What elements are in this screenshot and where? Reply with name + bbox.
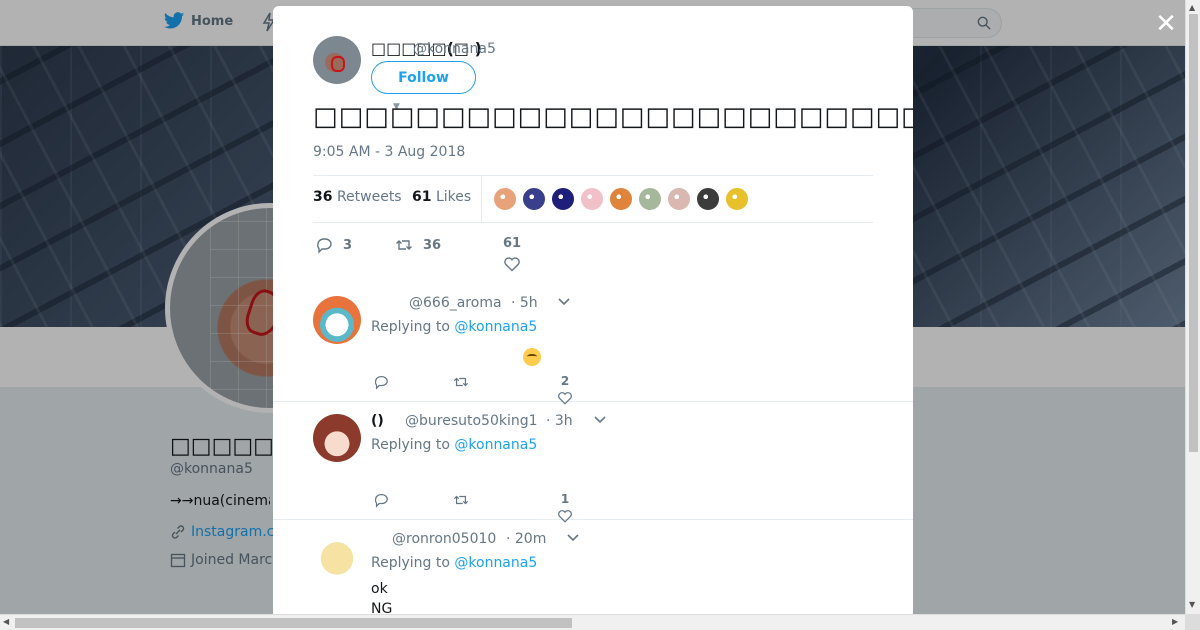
replying-to-link[interactable]: @konnana5: [454, 319, 537, 335]
retweet-button[interactable]: [453, 492, 469, 508]
likers-avatars: [493, 187, 749, 211]
reply-handle[interactable]: @ronron05010: [392, 531, 496, 547]
reply-avatar[interactable]: [313, 414, 361, 462]
liker-avatar[interactable]: [696, 187, 720, 211]
reply-body: ok NG: [371, 579, 392, 614]
retweet-count: 36: [423, 237, 442, 253]
replying-to: Replying to @konnana5: [371, 555, 537, 571]
liker-avatar[interactable]: [580, 187, 604, 211]
reply-count: 3: [343, 237, 353, 253]
liker-avatar[interactable]: [522, 187, 546, 211]
scroll-down-arrow-icon[interactable]: ▼: [1189, 600, 1195, 609]
tweet-actions: 3 36 61: [313, 234, 873, 274]
reply-button[interactable]: [373, 492, 389, 508]
scroll-right-arrow-icon[interactable]: ▶: [1172, 617, 1178, 626]
reply-name[interactable]: (): [371, 413, 384, 429]
reply-icon: [317, 238, 332, 254]
reply-handle[interactable]: @buresuto50king1: [405, 413, 538, 429]
reply-actions: 2: [371, 372, 671, 405]
vertical-scroll-thumb[interactable]: [1189, 14, 1198, 452]
like-button[interactable]: 61: [503, 236, 521, 273]
reply-item[interactable]: @666_aroma · 5h Replying to @konnana5 2: [273, 284, 913, 405]
author-handle[interactable]: @konnana5: [413, 41, 496, 57]
liker-avatar[interactable]: [667, 187, 691, 211]
reply-button[interactable]: [373, 374, 389, 390]
tweet-timestamp[interactable]: 9:05 AM - 3 Aug 2018: [313, 144, 465, 160]
liker-avatar[interactable]: [638, 187, 662, 211]
scrollbar-corner: [1185, 614, 1200, 630]
chevron-down-icon[interactable]: [566, 533, 580, 543]
replying-to-link[interactable]: @konnana5: [454, 437, 537, 453]
vertical-scrollbar[interactable]: ▲ ▼: [1185, 0, 1200, 614]
reply-item[interactable]: @ronron05010 · 20m Replying to @konnana5…: [273, 520, 913, 614]
reply-item[interactable]: () @buresuto50king1 · 3h Replying to @ko…: [273, 402, 913, 523]
retweet-button[interactable]: 36: [395, 236, 441, 254]
tweet-stats: 36 Retweets 61 Likes: [313, 175, 873, 223]
retweet-icon: [453, 495, 469, 505]
replying-prefix: Replying to: [371, 555, 455, 571]
liker-avatar[interactable]: [725, 187, 749, 211]
replying-prefix: Replying to: [371, 319, 455, 335]
reply-icon: [374, 494, 388, 508]
tweet-text: □□□□□□□□□□□□□□□□□□□□□□□□□□□□□□□□□□□□□□□□…: [313, 102, 913, 132]
liker-avatar[interactable]: [551, 187, 575, 211]
retweet-icon: [396, 240, 412, 250]
retweets-count: 36: [313, 189, 333, 205]
retweet-icon: [453, 377, 469, 387]
reply-time[interactable]: · 3h: [546, 413, 573, 429]
retweets-label: Retweets: [336, 189, 402, 205]
likes-stat[interactable]: 61 Likes: [412, 189, 471, 205]
liker-avatar[interactable]: [609, 187, 633, 211]
reply-time[interactable]: · 5h: [511, 295, 538, 311]
horizontal-scroll-thumb[interactable]: [15, 618, 572, 628]
tweet-modal: □□□□□(□ ) @konnana5 Follow ▼ □□□□□□□□□□□…: [273, 6, 913, 614]
heart-icon: [504, 257, 520, 272]
replying-to: Replying to @konnana5: [371, 437, 537, 453]
reply-button[interactable]: 3: [315, 236, 352, 254]
reply-time[interactable]: · 20m: [506, 531, 546, 547]
like-count: 1: [560, 492, 570, 506]
likes-label: Likes: [435, 189, 472, 205]
like-count: 61: [503, 236, 522, 251]
close-icon[interactable]: ✕: [1154, 11, 1178, 37]
reply-icon: [374, 376, 388, 390]
replying-to-link[interactable]: @konnana5: [454, 555, 537, 571]
retweets-stat[interactable]: 36 Retweets: [313, 189, 402, 205]
liker-avatar[interactable]: [493, 187, 517, 211]
thinking-emoji-icon: [523, 348, 541, 366]
scroll-left-arrow-icon[interactable]: ◀: [3, 617, 9, 626]
reply-body-line: ok: [371, 581, 388, 597]
stats-divider: [481, 176, 482, 223]
replying-to: Replying to @konnana5: [371, 319, 537, 335]
like-count: 2: [560, 374, 570, 388]
chevron-down-icon[interactable]: [593, 415, 607, 425]
reply-avatar[interactable]: [313, 532, 361, 580]
replying-prefix: Replying to: [371, 437, 455, 453]
likes-count: 61: [412, 189, 432, 205]
reply-actions: 1: [371, 490, 671, 523]
reply-handle[interactable]: @666_aroma: [409, 295, 502, 311]
reply-avatar[interactable]: [313, 296, 361, 344]
follow-button[interactable]: Follow: [371, 61, 476, 94]
reply-body-line: NG: [371, 601, 393, 614]
scroll-up-arrow-icon[interactable]: ▲: [1189, 3, 1195, 12]
horizontal-scrollbar[interactable]: ◀ ▶: [0, 614, 1185, 630]
retweet-button[interactable]: [453, 374, 469, 390]
author-avatar[interactable]: [313, 36, 361, 84]
chevron-down-icon[interactable]: [557, 297, 571, 307]
